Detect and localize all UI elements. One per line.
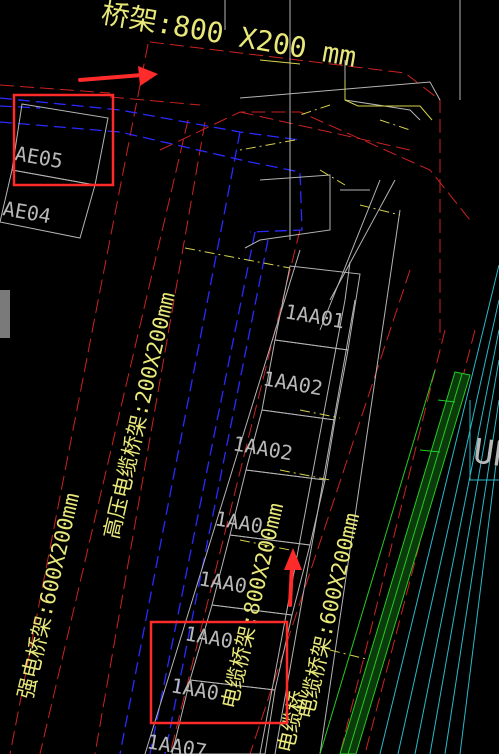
cabinet-label-1aa05: 1AA0 <box>183 621 235 653</box>
right-edge-label: UN <box>471 431 499 476</box>
tray-label-right-600: 电缆桥架:600X200mm <box>293 511 364 721</box>
annotation-box-top <box>12 93 115 187</box>
cabinet-label-1aa03: 1AA0 <box>213 506 265 538</box>
top-tray-label: 桥架:800 X200 mm <box>99 0 359 74</box>
cabinet-label-1aa02: 1AA02 <box>261 366 324 400</box>
tray-label-bottom: 电缆桥 <box>273 688 311 754</box>
annotation-arrow-bottom <box>284 548 302 607</box>
tray-label-left-600: 强电桥架:600X200mm <box>13 491 84 701</box>
cabinet-label-1aa02b: 1AA02 <box>231 431 294 465</box>
cad-drawing: 桥架:800 X200 mm 强电桥架:600X200mm 高压电缆桥架:200… <box>0 0 499 754</box>
annotation-arrow-top <box>78 66 158 86</box>
cabinet-label-1aa01: 1AA01 <box>283 299 346 333</box>
cyan-lines <box>379 264 499 754</box>
cabinet-label-1aa06: 1AA0 <box>169 673 221 705</box>
cabinet-label-ae05: AE05 <box>13 141 65 173</box>
cabinet-label-1aa04: 1AA0 <box>197 566 249 598</box>
gray-block <box>0 290 10 338</box>
